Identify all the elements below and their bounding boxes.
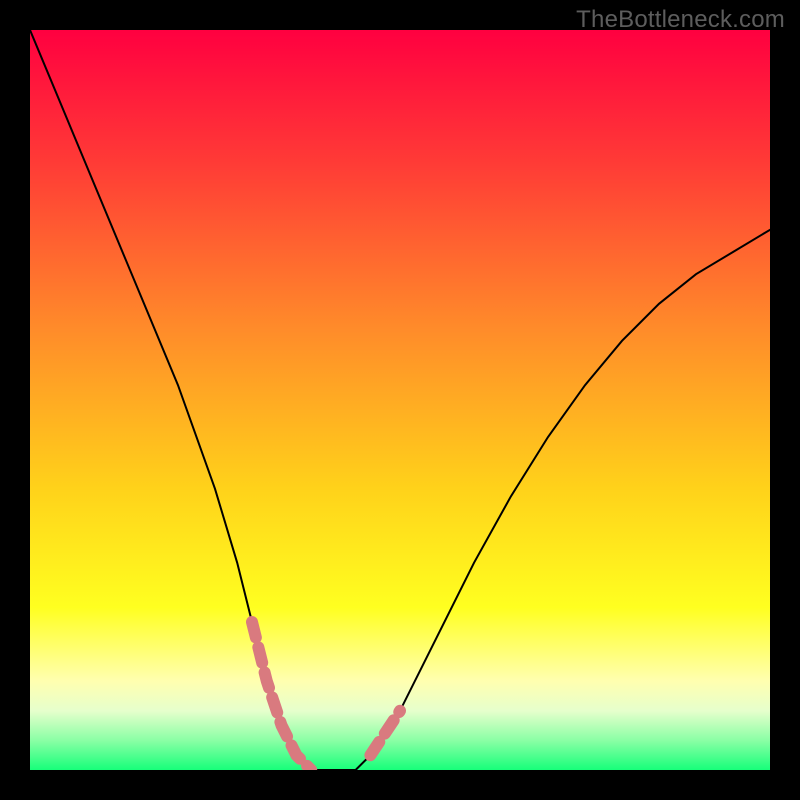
bottleneck-curve xyxy=(30,30,770,770)
plot-area xyxy=(30,30,770,770)
chart-container: TheBottleneck.com xyxy=(0,0,800,800)
